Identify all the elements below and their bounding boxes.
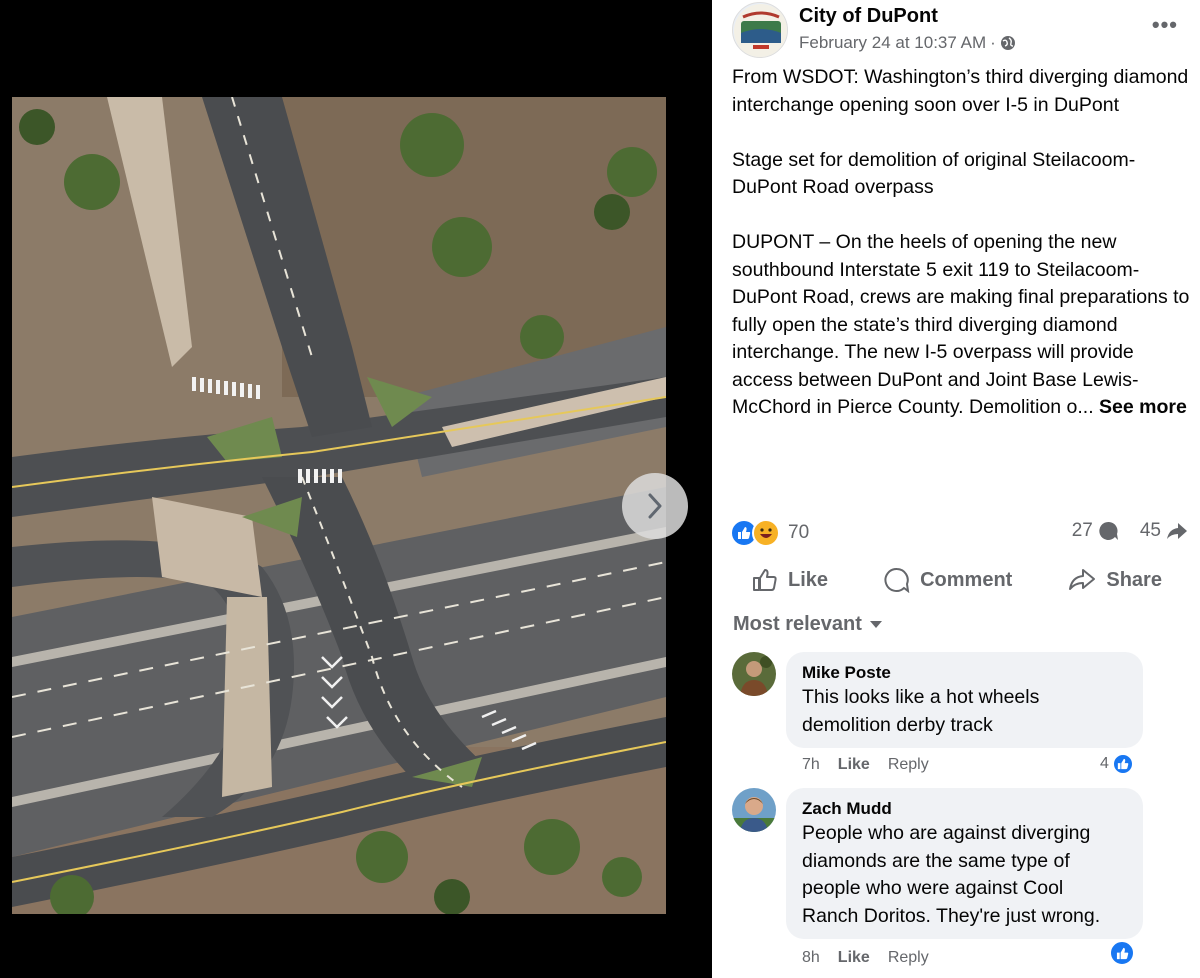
reaction-summary[interactable]: 70 bbox=[730, 518, 809, 548]
post-actions: Like Comment Share bbox=[724, 558, 1190, 602]
comment-like-count[interactable]: 4 bbox=[1100, 753, 1134, 775]
comment-count: 27 bbox=[1071, 520, 1093, 541]
share-arrow-icon bbox=[1167, 523, 1187, 539]
comment-time[interactable]: 7h bbox=[802, 756, 820, 774]
chevron-right-icon bbox=[648, 493, 662, 519]
comment-bubble-icon bbox=[1099, 521, 1118, 540]
media-viewer bbox=[0, 0, 712, 978]
see-more-link[interactable]: See more bbox=[1099, 396, 1187, 418]
comment-reply-link[interactable]: Reply bbox=[888, 949, 929, 967]
comment-like-count[interactable] bbox=[1106, 940, 1135, 966]
engagement-counts: 27 45 bbox=[1072, 520, 1188, 542]
thumbs-up-icon bbox=[753, 569, 777, 591]
comment-like-number: 4 bbox=[1100, 755, 1109, 772]
comment-text-line: Ranch Doritos. They're just wrong. bbox=[802, 904, 1101, 927]
post-text: From WSDOT: Washington’s third diverging… bbox=[732, 64, 1192, 422]
comment-actions: 7h Like Reply bbox=[802, 756, 929, 774]
like-button[interactable]: Like bbox=[742, 561, 838, 599]
share-count: 45 bbox=[1139, 520, 1161, 541]
post-paragraph-3-text: DUPONT – On the heels of opening the new… bbox=[732, 231, 1190, 418]
share-count-group[interactable]: 45 bbox=[1140, 520, 1188, 542]
next-photo-button[interactable] bbox=[622, 473, 688, 539]
avatar[interactable] bbox=[732, 652, 776, 696]
haha-reaction-icon bbox=[752, 519, 780, 547]
user-avatar-icon bbox=[732, 788, 776, 832]
share-icon bbox=[1069, 569, 1096, 590]
interchange-illustration bbox=[12, 97, 666, 914]
comment-like-link[interactable]: Like bbox=[838, 949, 870, 967]
city-logo-icon bbox=[734, 4, 787, 57]
comment-actions: 8h Like Reply bbox=[802, 949, 929, 967]
sort-label: Most relevant bbox=[733, 613, 862, 635]
comment-text-line: demolition derby track bbox=[802, 713, 993, 736]
post-paragraph-3: DUPONT – On the heels of opening the new… bbox=[732, 229, 1192, 422]
like-button-label: Like bbox=[788, 568, 829, 591]
page-avatar[interactable] bbox=[732, 2, 788, 58]
globe-icon bbox=[1000, 36, 1015, 50]
page-name[interactable]: City of DuPont bbox=[799, 5, 938, 28]
user-avatar-icon bbox=[732, 652, 776, 696]
comment-text-line: people who were against Cool bbox=[802, 877, 1064, 899]
caret-down-icon bbox=[869, 620, 882, 628]
more-options-icon[interactable]: ••• bbox=[1152, 12, 1178, 38]
reaction-count: 70 bbox=[788, 522, 810, 543]
comment-text-line: diamonds are the same type of bbox=[802, 849, 1070, 872]
like-reaction-icon bbox=[1109, 940, 1135, 966]
post-header: City of DuPont February 24 at 10:37 AM ·… bbox=[732, 2, 1192, 58]
comment-text-line: People who are against diverging bbox=[802, 822, 1091, 844]
share-button[interactable]: Share bbox=[1058, 561, 1172, 599]
share-button-label: Share bbox=[1106, 568, 1162, 591]
comment-bubble: Zach Mudd People who are against divergi… bbox=[786, 788, 1143, 939]
comment-like-link[interactable]: Like bbox=[838, 756, 870, 774]
comment-reply-link[interactable]: Reply bbox=[888, 756, 929, 774]
post-panel: City of DuPont February 24 at 10:37 AM ·… bbox=[712, 0, 1200, 978]
post-paragraph-2: Stage set for demolition of original Ste… bbox=[732, 148, 1136, 199]
like-reaction-icon bbox=[1111, 753, 1134, 775]
commenter-name[interactable]: Mike Poste bbox=[802, 662, 1127, 684]
comment-sort-dropdown[interactable]: Most relevant bbox=[733, 613, 882, 636]
post-photo-interchange-rendering[interactable] bbox=[12, 97, 666, 914]
commenter-name[interactable]: Zach Mudd bbox=[802, 798, 1127, 820]
comment-button[interactable]: Comment bbox=[874, 561, 1022, 599]
comment-icon bbox=[884, 567, 910, 593]
comment-button-label: Comment bbox=[920, 568, 1013, 591]
comment-count-group[interactable]: 27 bbox=[1072, 520, 1120, 542]
comment-bubble: Mike Poste This looks like a hot wheels … bbox=[786, 652, 1143, 748]
comment-time[interactable]: 8h bbox=[802, 949, 820, 967]
comment-text-line: This looks like a hot wheels bbox=[802, 686, 1040, 708]
meta-separator: · bbox=[990, 33, 996, 52]
post-paragraph-1: From WSDOT: Washington’s third diverging… bbox=[732, 66, 1189, 116]
post-meta: February 24 at 10:37 AM · bbox=[799, 33, 1016, 53]
post-timestamp[interactable]: February 24 at 10:37 AM bbox=[799, 33, 986, 53]
avatar[interactable] bbox=[732, 788, 776, 832]
